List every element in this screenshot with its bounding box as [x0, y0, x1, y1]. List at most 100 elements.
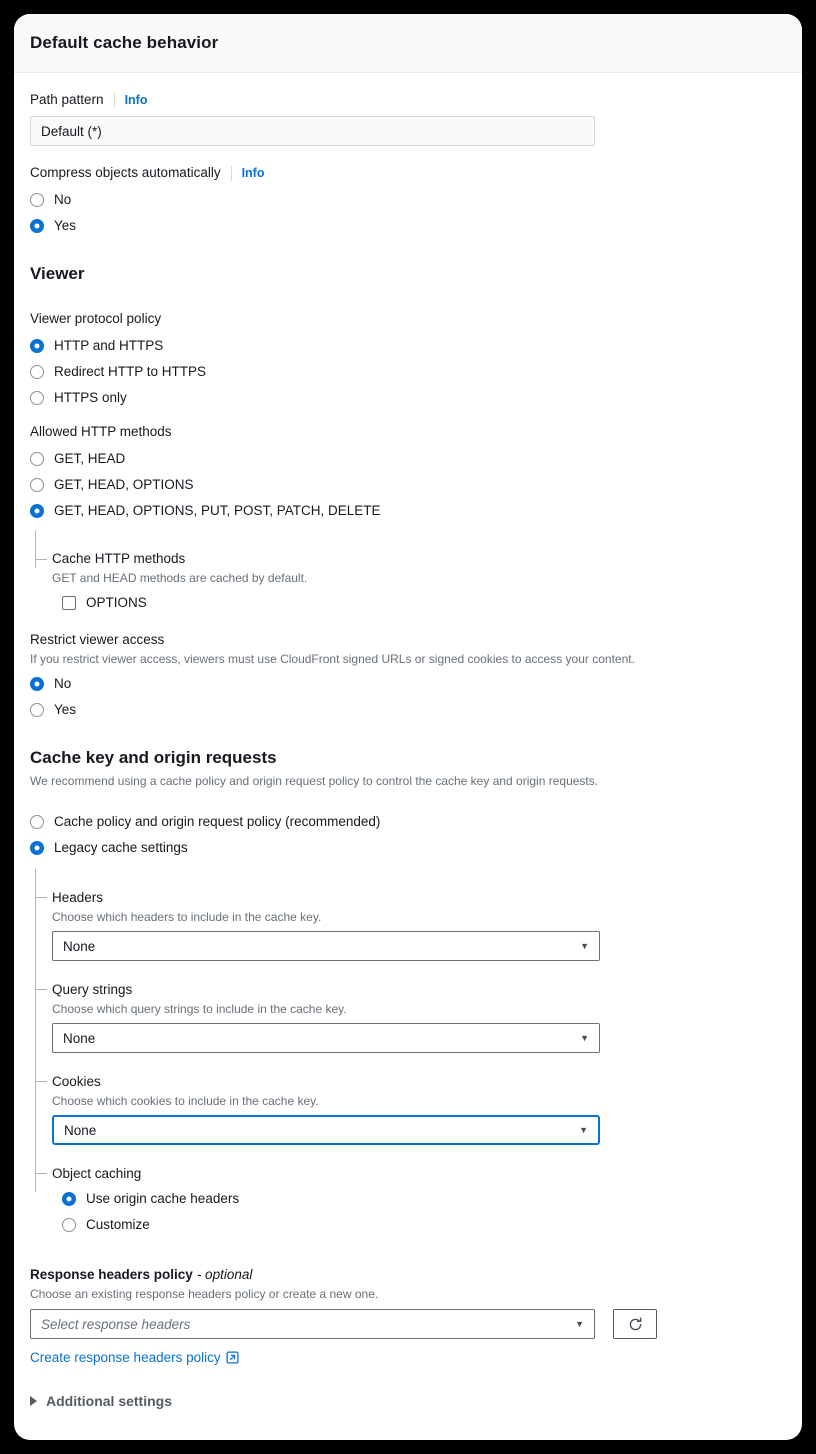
tree-line: [35, 869, 36, 1192]
cookies-description: Choose which cookies to include in the c…: [52, 1094, 319, 1108]
additional-settings-label: Additional settings: [46, 1393, 172, 1409]
compress-label: Compress objects automatically: [30, 165, 221, 180]
response-headers-policy-description: Choose an existing response headers poli…: [30, 1287, 379, 1301]
restrict-viewer-access-yes[interactable]: Yes: [30, 697, 786, 723]
radio-icon: [30, 815, 44, 829]
external-link-icon: [226, 1351, 239, 1364]
radio-label: Customize: [86, 1217, 150, 1232]
path-pattern-input[interactable]: Default (*): [30, 116, 595, 146]
object-caching-label: Object caching: [52, 1166, 142, 1181]
compress-radio-yes[interactable]: Yes: [30, 213, 786, 239]
headers-field: Headers Choose which headers to include …: [35, 869, 786, 961]
allowed-methods-get-head-options[interactable]: GET, HEAD, OPTIONS: [30, 472, 786, 498]
headers-label: Headers: [52, 890, 104, 905]
radio-icon: [62, 1218, 76, 1232]
compress-label-row: Compress objects automatically Info: [30, 164, 786, 182]
object-caching-use-origin-headers[interactable]: Use origin cache headers: [52, 1186, 786, 1212]
allowed-methods-all[interactable]: GET, HEAD, OPTIONS, PUT, POST, PATCH, DE…: [30, 498, 786, 524]
path-pattern-label: Path pattern: [30, 92, 104, 107]
radio-label: Redirect HTTP to HTTPS: [54, 364, 207, 379]
radio-icon: [30, 478, 44, 492]
label-divider: [113, 92, 115, 108]
viewer-section-title: Viewer: [30, 264, 85, 283]
create-response-headers-policy-label: Create response headers policy: [30, 1350, 221, 1365]
query-strings-select[interactable]: None ▼: [52, 1023, 600, 1053]
radio-label: Yes: [54, 702, 77, 717]
card-body: Path pattern Info Default (*) Compress o…: [14, 73, 802, 1409]
refresh-icon: [629, 1317, 641, 1330]
radio-label: GET, HEAD, OPTIONS, PUT, POST, PATCH, DE…: [54, 503, 381, 518]
compress-radio-no[interactable]: No: [30, 187, 786, 213]
response-headers-policy-optional: - optional: [196, 1267, 253, 1282]
radio-icon: [30, 391, 44, 405]
chevron-right-icon: [30, 1396, 37, 1406]
radio-label: Yes: [54, 218, 77, 233]
refresh-button[interactable]: [613, 1309, 657, 1339]
default-cache-behavior-card: Default cache behavior Path pattern Info…: [14, 14, 802, 1440]
page-title: Default cache behavior: [30, 33, 219, 52]
create-response-headers-policy-link[interactable]: Create response headers policy: [30, 1350, 239, 1365]
legacy-cache-settings-option[interactable]: Legacy cache settings: [30, 835, 786, 861]
cookies-field: Cookies Choose which cookies to include …: [35, 1053, 786, 1145]
radio-label: HTTPS only: [54, 390, 127, 405]
legacy-cache-settings-group: Headers Choose which headers to include …: [30, 869, 786, 1238]
query-strings-description: Choose which query strings to include in…: [52, 1002, 347, 1016]
object-caching-customize[interactable]: Customize: [52, 1212, 786, 1238]
path-pattern-label-row: Path pattern Info: [30, 91, 786, 109]
cache-key-section-title: Cache key and origin requests: [30, 748, 277, 767]
cache-http-methods-options-checkbox[interactable]: OPTIONS: [52, 591, 786, 615]
checkbox-icon: [62, 596, 76, 610]
response-headers-policy-row: Select response headers ▼: [30, 1309, 786, 1339]
cache-http-methods-branch: Cache HTTP methods GET and HEAD methods …: [35, 530, 786, 615]
query-strings-label: Query strings: [52, 982, 133, 997]
radio-icon-selected: [30, 677, 44, 691]
radio-icon: [30, 452, 44, 466]
radio-icon-selected: [30, 219, 44, 233]
chevron-down-icon: ▼: [580, 940, 589, 951]
viewer-protocol-http-and-https[interactable]: HTTP and HTTPS: [30, 333, 786, 359]
query-strings-field: Query strings Choose which query strings…: [35, 961, 786, 1053]
headers-select[interactable]: None ▼: [52, 931, 600, 961]
card-header: Default cache behavior: [14, 14, 802, 73]
cache-policy-recommended-option[interactable]: Cache policy and origin request policy (…: [30, 809, 786, 835]
cookies-select[interactable]: None ▼: [52, 1115, 600, 1145]
cookies-label: Cookies: [52, 1074, 101, 1089]
radio-label: Use origin cache headers: [86, 1191, 240, 1206]
chevron-down-icon: ▼: [579, 1124, 588, 1135]
additional-settings-toggle[interactable]: Additional settings: [30, 1393, 786, 1409]
path-pattern-info-link[interactable]: Info: [125, 93, 148, 107]
radio-label: GET, HEAD: [54, 451, 126, 466]
object-caching-field: Object caching Use origin cache headers …: [35, 1145, 786, 1238]
response-headers-policy-label: Response headers policy: [30, 1267, 193, 1282]
tree-line: [35, 530, 36, 568]
restrict-viewer-access-no[interactable]: No: [30, 671, 786, 697]
viewer-protocol-policy-label: Viewer protocol policy: [30, 311, 162, 326]
radio-icon: [30, 193, 44, 207]
radio-icon-selected: [30, 339, 44, 353]
radio-label: No: [54, 676, 72, 691]
viewer-protocol-https-only[interactable]: HTTPS only: [30, 385, 786, 411]
cache-http-methods-description: GET and HEAD methods are cached by defau…: [52, 571, 308, 585]
radio-icon-selected: [30, 504, 44, 518]
allowed-methods-get-head[interactable]: GET, HEAD: [30, 446, 786, 472]
compress-info-link[interactable]: Info: [242, 166, 265, 180]
headers-description: Choose which headers to include in the c…: [52, 910, 322, 924]
radio-label: Cache policy and origin request policy (…: [54, 814, 381, 829]
response-headers-policy-label-row: Response headers policy - optional: [30, 1266, 786, 1284]
radio-icon-selected: [62, 1192, 76, 1206]
radio-label: Legacy cache settings: [54, 840, 188, 855]
response-headers-policy-select[interactable]: Select response headers ▼: [30, 1309, 595, 1339]
viewer-protocol-redirect-http-to-https[interactable]: Redirect HTTP to HTTPS: [30, 359, 786, 385]
radio-icon: [30, 703, 44, 717]
cookies-select-value: None: [64, 1122, 97, 1138]
response-headers-policy-placeholder: Select response headers: [41, 1316, 191, 1332]
allowed-http-methods-label: Allowed HTTP methods: [30, 424, 172, 439]
radio-label: GET, HEAD, OPTIONS: [54, 477, 194, 492]
cache-key-description: We recommend using a cache policy and or…: [30, 774, 599, 788]
headers-select-value: None: [63, 938, 96, 954]
chevron-down-icon: ▼: [575, 1318, 584, 1329]
restrict-viewer-access-label: Restrict viewer access: [30, 632, 165, 647]
query-strings-select-value: None: [63, 1030, 96, 1046]
radio-label: HTTP and HTTPS: [54, 338, 164, 353]
checkbox-label: OPTIONS: [86, 595, 147, 610]
